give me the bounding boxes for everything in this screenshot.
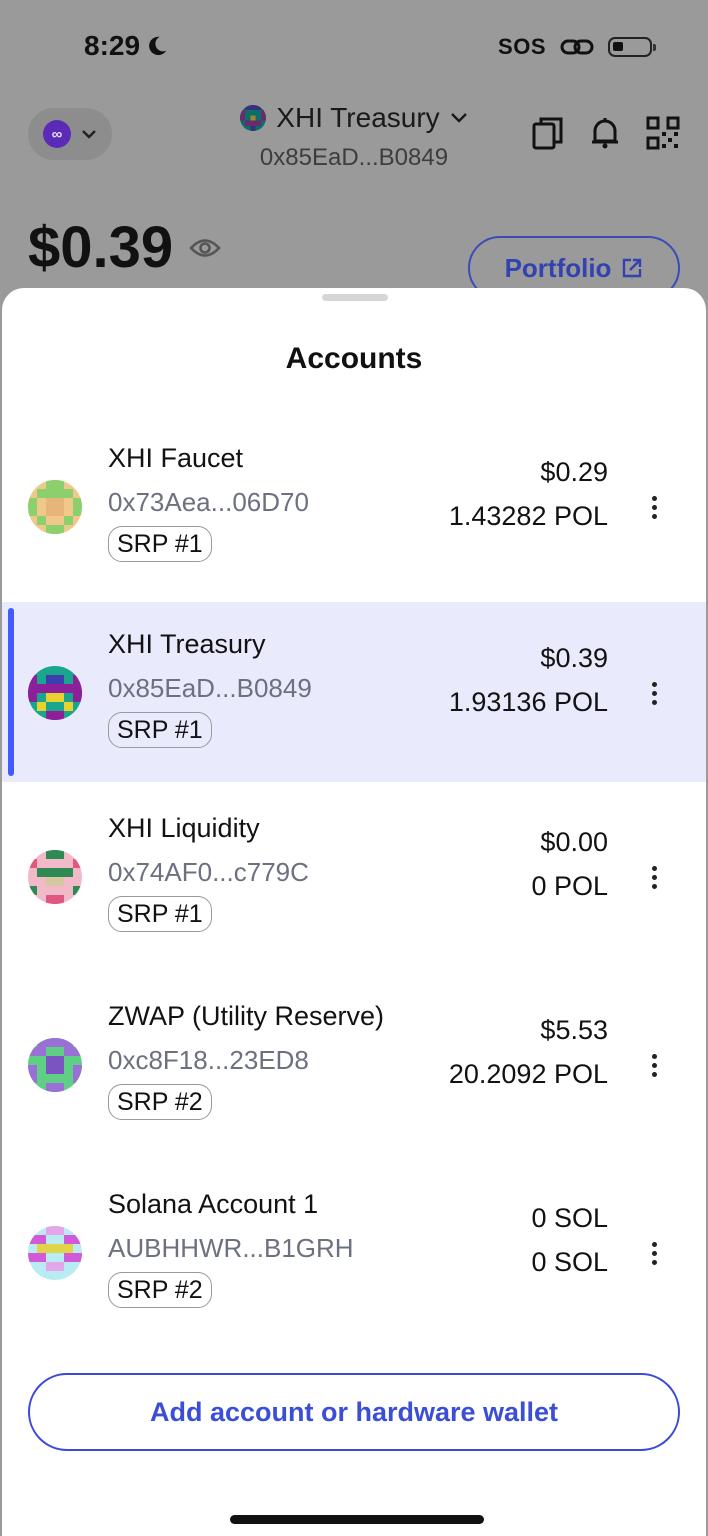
status-indicators: SOS bbox=[498, 34, 656, 60]
more-options-icon[interactable] bbox=[644, 670, 664, 716]
fiat-balance: $0.00 bbox=[540, 827, 608, 857]
more-options-icon[interactable] bbox=[644, 1042, 664, 1088]
token-balance: 20.2092 POL bbox=[448, 1059, 608, 1089]
srp-badge: SRP #1 bbox=[108, 896, 212, 932]
account-avatar bbox=[28, 1226, 82, 1280]
more-options-icon[interactable] bbox=[644, 854, 664, 900]
account-address: AUBHHWR...B1GRH bbox=[108, 1233, 354, 1263]
account-info: XHI Treasury 0x85EaD...B0849 SRP #1 bbox=[108, 626, 312, 748]
status-time: 8:29 bbox=[84, 30, 168, 62]
account-name: XHI Liquidity bbox=[108, 813, 260, 843]
account-balance: 0 SOL 0 SOL bbox=[531, 1200, 608, 1280]
chevron-down-icon bbox=[82, 130, 96, 139]
token-balance: 0 POL bbox=[531, 871, 608, 901]
account-info: Solana Account 1 AUBHHWR...B1GRH SRP #2 bbox=[108, 1186, 354, 1308]
account-name: XHI Faucet bbox=[108, 443, 244, 473]
account-row-selected[interactable]: XHI Treasury 0x85EaD...B0849 SRP #1 $0.3… bbox=[2, 602, 706, 782]
token-balance: 0 SOL bbox=[531, 1247, 608, 1277]
account-balance: $5.53 20.2092 POL bbox=[449, 1012, 608, 1092]
network-selector[interactable]: ∞ bbox=[28, 108, 112, 160]
account-row[interactable]: XHI Faucet 0x73Aea...06D70 SRP #1 $0.29 … bbox=[2, 416, 706, 596]
srp-badge: SRP #1 bbox=[108, 712, 212, 748]
more-options-icon[interactable] bbox=[644, 484, 664, 530]
carrier-text: SOS bbox=[498, 34, 546, 59]
account-name: ZWAP (Utility Reserve) bbox=[108, 1001, 385, 1031]
status-bar: 8:29 SOS bbox=[0, 0, 708, 90]
fiat-balance: 0 SOL bbox=[531, 1203, 608, 1233]
account-balance: $0.29 1.43282 POL bbox=[449, 454, 608, 534]
srp-badge: SRP #2 bbox=[108, 1272, 212, 1308]
account-name: XHI Treasury bbox=[276, 102, 440, 133]
account-name: XHI Treasury bbox=[108, 629, 266, 659]
eye-icon[interactable] bbox=[189, 237, 221, 259]
account-row[interactable]: ZWAP (Utility Reserve) 0xc8F18...23ED8 S… bbox=[2, 974, 706, 1154]
bell-icon[interactable] bbox=[590, 116, 620, 150]
account-avatar bbox=[240, 105, 267, 131]
battery-icon bbox=[608, 37, 656, 57]
header-actions bbox=[532, 116, 680, 150]
account-row[interactable]: XHI Liquidity 0x74AF0...c779C SRP #1 $0.… bbox=[2, 786, 706, 966]
clock-text: 8:29 bbox=[84, 30, 141, 61]
selected-indicator bbox=[8, 608, 14, 776]
account-avatar bbox=[28, 850, 82, 904]
fiat-balance: $5.53 bbox=[540, 1015, 608, 1045]
chevron-down-icon bbox=[450, 113, 467, 123]
account-address: 0x74AF0...c779C bbox=[108, 857, 309, 887]
wallet-header: XHI Treasury 0x85EaD...B0849 ∞ bbox=[0, 100, 708, 190]
balance-amount: $0.39 bbox=[28, 215, 174, 280]
fiat-balance: $0.39 bbox=[540, 643, 608, 673]
moon-icon bbox=[149, 36, 167, 56]
fiat-balance: $0.29 bbox=[540, 457, 608, 487]
external-link-icon bbox=[623, 258, 642, 278]
account-row[interactable]: Solana Account 1 AUBHHWR...B1GRH SRP #2 … bbox=[2, 1162, 706, 1342]
more-options-icon[interactable] bbox=[644, 1230, 664, 1276]
portfolio-label: Portfolio bbox=[504, 252, 612, 283]
total-balance: $0.39 bbox=[28, 214, 221, 281]
qr-code-icon[interactable] bbox=[646, 116, 680, 150]
account-balance: $0.00 0 POL bbox=[531, 824, 608, 904]
account-info: XHI Liquidity 0x74AF0...c779C SRP #1 bbox=[108, 810, 309, 932]
token-balance: 1.93136 POL bbox=[448, 687, 608, 717]
sheet-grabber[interactable] bbox=[322, 294, 388, 301]
account-avatar bbox=[28, 666, 82, 720]
account-name: Solana Account 1 bbox=[108, 1189, 319, 1219]
account-avatar bbox=[28, 1038, 82, 1092]
account-info: ZWAP (Utility Reserve) 0xc8F18...23ED8 S… bbox=[108, 998, 384, 1120]
polygon-icon: ∞ bbox=[43, 120, 71, 148]
account-address: 0x73Aea...06D70 bbox=[108, 487, 309, 517]
account-info: XHI Faucet 0x73Aea...06D70 SRP #1 bbox=[108, 440, 309, 562]
sheet-title: Accounts bbox=[285, 342, 423, 375]
account-balance: $0.39 1.93136 POL bbox=[449, 640, 608, 720]
account-avatar bbox=[28, 480, 82, 534]
copy-icon[interactable] bbox=[532, 116, 564, 150]
link-icon bbox=[560, 39, 594, 55]
account-address: 0xc8F18...23ED8 bbox=[108, 1045, 309, 1075]
account-address: 0x85EaD...B0849 bbox=[108, 673, 312, 703]
token-balance: 1.43282 POL bbox=[448, 501, 608, 531]
home-indicator bbox=[230, 1515, 484, 1524]
srp-badge: SRP #1 bbox=[108, 526, 212, 562]
add-account-button[interactable]: Add account or hardware wallet bbox=[28, 1373, 680, 1451]
srp-badge: SRP #2 bbox=[108, 1084, 212, 1120]
accounts-sheet: Accounts XHI Faucet 0x73Aea...06D70 SRP … bbox=[2, 288, 706, 1536]
